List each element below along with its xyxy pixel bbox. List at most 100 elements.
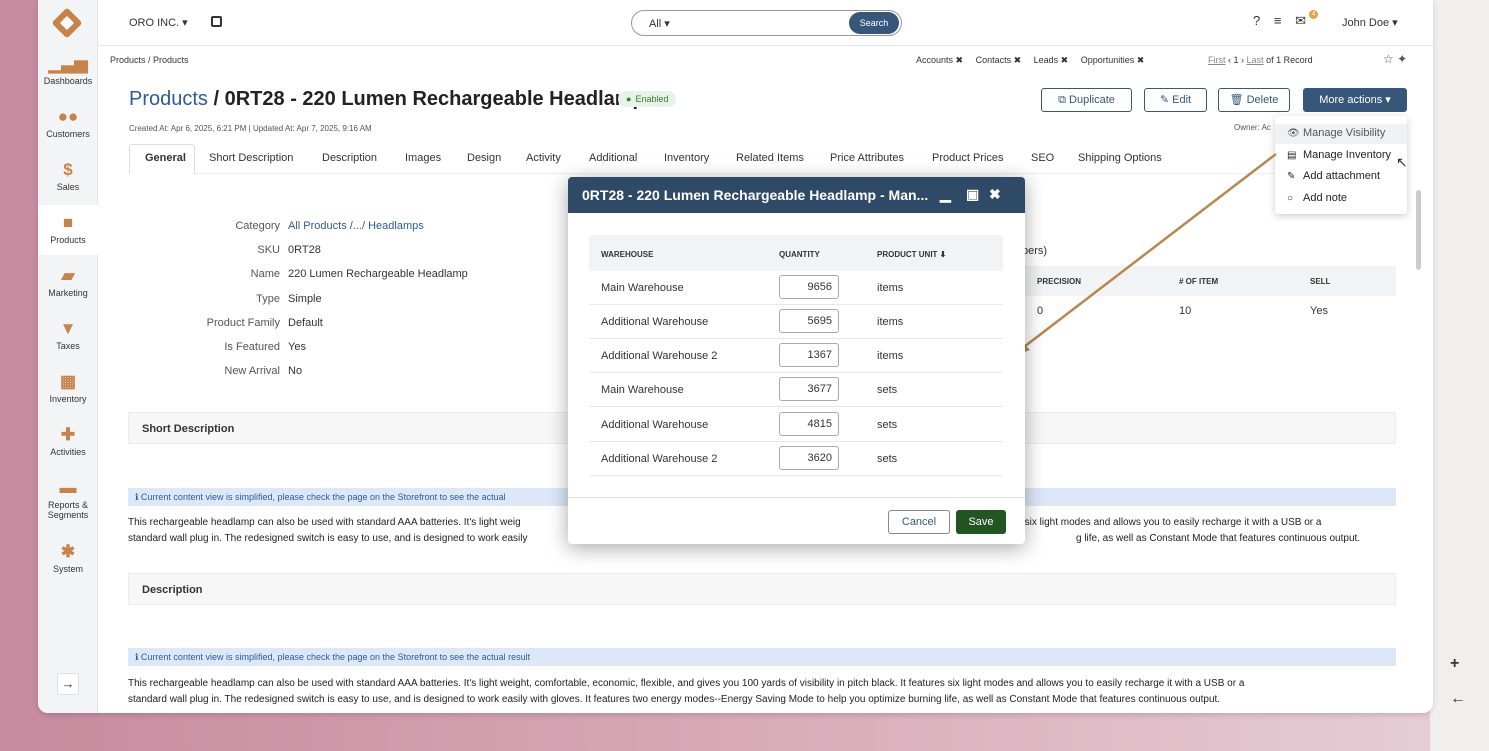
sidebar-item-customers[interactable]: ●● Customers [38,107,98,139]
tab-product-prices[interactable]: Product Prices [932,152,1004,164]
warehouse-name: Additional Warehouse 2 [601,350,718,362]
table-cell: Yes [1310,305,1328,317]
quantity-input[interactable]: 3677 [779,377,839,401]
menu-item-manage-inventory[interactable]: ▤ Manage Inventory [1287,149,1391,161]
tab-short-description[interactable]: Short Description [209,152,293,164]
sidebar-item-label: Customers [46,129,90,139]
star-icon[interactable]: ☆ [1383,52,1394,66]
breadcrumb: Products / Products [110,55,189,65]
sidebar-item-label: Reports & Segments [47,500,89,520]
updated-at: Updated At: Apr 7, 2025, 9:16 AM [252,124,372,133]
pin-leads[interactable]: Leads ✖ [1034,55,1069,65]
search-scope-select[interactable]: All ▾ [649,17,670,30]
dialog-title: 0RT28 - 220 Lumen Rechargeable Headlamp … [568,177,1025,213]
info-text: Current content view is simplified, plea… [140,492,506,502]
sidebar: ▁▃▅ Dashboards ●● Customers $ Sales ■ Pr… [38,0,98,713]
sidebar-item-label: Sales [56,182,80,192]
sidebar-item-taxes[interactable]: ▼ Taxes [38,319,98,351]
product-unit: items [877,316,904,328]
close-icon[interactable]: ✖ [989,186,1001,203]
field-label: SKU [257,244,280,256]
paperclip-icon: ✎ [1287,171,1296,182]
info-banner: ℹ Current content view is simplified, pl… [128,648,1396,666]
column-header: QUANTITY [779,250,820,259]
pin-icon[interactable]: ✦ [1397,52,1407,66]
more-actions-menu: 👁 Manage Visibility ▤ Manage Inventory ✎ Ad… [1275,116,1407,214]
product-unit: sets [877,453,898,465]
quantity-input[interactable]: 3620 [779,446,839,470]
top-icons: ? ≡ ✉ [1253,13,1316,29]
quantity-input[interactable]: 9656 [779,275,839,299]
sidebar-item-products[interactable]: ■ Products [38,205,98,255]
warehouse-name: Additional Warehouse 2 [601,453,718,465]
sidebar-item-sales[interactable]: $ Sales [38,160,98,192]
tab-related-items[interactable]: Related Items [736,152,804,164]
back-arrow-icon[interactable]: ← [1450,690,1466,708]
sidebar-item-reports[interactable]: ▬ Reports & Segments [38,478,98,520]
minimize-icon[interactable]: ▁ [940,186,951,203]
scrollbar[interactable] [1416,190,1421,270]
menu-item-add-attachment[interactable]: ✎ Add attachment [1287,170,1380,182]
pin-contacts[interactable]: Contacts ✖ [976,55,1022,65]
column-header-sortable[interactable]: PRODUCT UNIT ⬇ [877,250,946,259]
quantity-input[interactable]: 4815 [779,412,839,436]
title-separator: / [207,88,225,110]
category-link[interactable]: All Products /.../ Headlamps [288,220,424,232]
edit-button[interactable]: ✎ Edit [1144,88,1207,112]
tab-inventory[interactable]: Inventory [664,152,709,164]
field-value: Simple [288,293,322,305]
tab-description[interactable]: Description [322,152,377,164]
external-link-icon[interactable] [211,16,222,27]
logo-icon[interactable] [51,7,83,39]
pin-accounts[interactable]: Accounts ✖ [916,55,963,65]
owner[interactable]: Owner: Ac [1234,123,1271,132]
save-button[interactable]: Save [956,510,1006,534]
text-line: This rechargeable headlamp can also be u… [128,517,521,528]
menu-item-label: Add note [1303,192,1348,204]
column-header: SELL [1310,277,1331,286]
quantity-input[interactable]: 5695 [779,309,839,333]
section-link[interactable]: Products [129,88,208,110]
tab-images[interactable]: Images [405,152,441,164]
tab-general[interactable]: General [145,152,186,164]
menu-icon[interactable]: ≡ [1274,13,1282,28]
duplicate-button[interactable]: ⧉ Duplicate [1041,88,1132,112]
help-icon[interactable]: ? [1253,13,1260,28]
sidebar-item-system[interactable]: ✱ System [38,542,98,574]
pager-last[interactable]: Last [1247,55,1264,65]
quantity-input[interactable]: 1367 [779,343,839,367]
menu-item-add-note[interactable]: ○ Add note [1287,192,1347,204]
user-menu[interactable]: John Doe ▾ [1342,16,1398,29]
maximize-icon[interactable]: ▣ [966,186,979,203]
more-actions-button[interactable]: More actions ▾ [1303,88,1407,112]
field-label: Product Family [206,317,280,329]
tab-design[interactable]: Design [467,152,501,164]
pin-opportunities[interactable]: Opportunities ✖ [1081,55,1145,65]
button-label: Edit [1172,94,1192,106]
right-rail [1430,0,1489,751]
search-bar[interactable]: All ▾ Search [631,10,902,36]
tab-price-attributes[interactable]: Price Attributes [830,152,904,164]
sidebar-item-dashboards[interactable]: ▁▃▅ Dashboards [38,54,98,86]
edit-icon: ✎ [1159,94,1173,106]
sidebar-item-label: Dashboards [43,76,93,86]
sidebar-item-marketing[interactable]: ▰ Marketing [38,266,98,298]
sidebar-item-inventory[interactable]: ▦ Inventory [38,372,98,404]
sidebar-item-activities[interactable]: ✚ Activities [38,425,98,457]
sidebar-item-label: Marketing [48,288,88,298]
mail-icon[interactable]: ✉ [1295,13,1306,28]
product-unit: items [877,282,904,294]
menu-item-manage-visibility[interactable]: 👁 Manage Visibility [1287,127,1385,139]
org-switcher[interactable]: ORO INC. ▾ [129,16,188,29]
delete-button[interactable]: 🗑 Delete [1218,88,1290,112]
expand-sidebar-button[interactable]: → [57,673,79,695]
tab-additional[interactable]: Additional [589,152,637,164]
eye-icon: 👁 [1287,128,1300,139]
tab-activity[interactable]: Activity [526,152,561,164]
cancel-button[interactable]: Cancel [888,510,950,534]
table-row: Additional Warehouse 2 3620 sets [589,442,1003,476]
product-unit: sets [877,419,898,431]
plus-icon[interactable]: + [1450,655,1459,673]
pager-first[interactable]: First [1208,55,1226,65]
search-button[interactable]: Search [849,12,899,34]
